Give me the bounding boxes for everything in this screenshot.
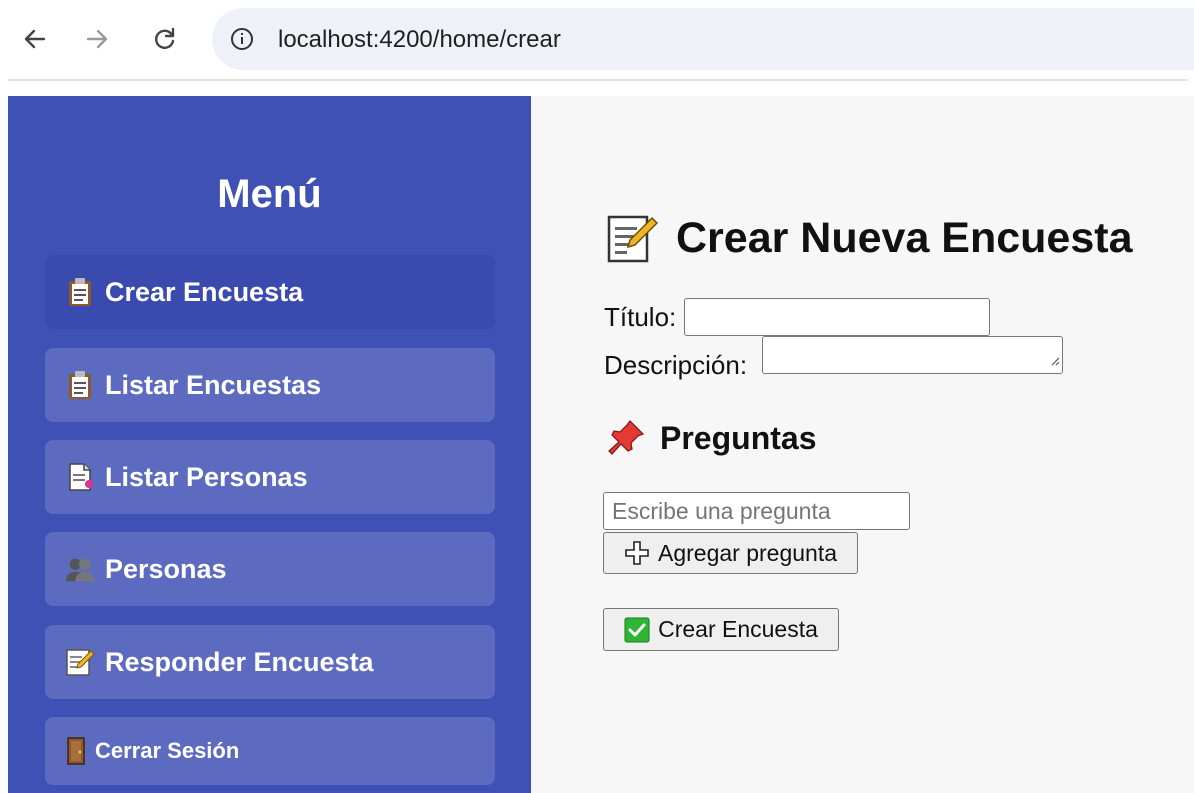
titulo-label: Título: [604, 302, 677, 332]
sidebar-item-label: Listar Personas [105, 461, 308, 492]
browser-toolbar: localhost:4200/home/crear [0, 0, 1194, 81]
page-title: Crear Nueva Encuesta [606, 212, 1133, 264]
descripcion-label: Descripción: [604, 350, 748, 380]
reload-icon[interactable] [150, 24, 180, 54]
back-arrow-icon[interactable] [20, 24, 50, 54]
sidebar-item-label: Crear Encuesta [105, 276, 304, 307]
menu-title: Menú [217, 172, 322, 216]
resize-grip-icon[interactable] [1050, 353, 1060, 371]
titulo-field[interactable] [684, 298, 990, 336]
crear-encuesta-button[interactable]: Crear Encuesta [603, 608, 839, 651]
sidebar-item-listar-personas[interactable]: Listar Personas [45, 440, 495, 514]
sidebar-item-label: Personas [105, 553, 227, 584]
page-title-text: Crear Nueva Encuesta [676, 213, 1133, 262]
memo-icon [606, 212, 659, 264]
site-info-icon[interactable] [230, 27, 254, 51]
pregunta-input[interactable] [603, 492, 910, 530]
sidebar-item-label: Cerrar Sesión [95, 738, 240, 763]
descripcion-field[interactable] [762, 336, 1063, 374]
check-icon [624, 617, 650, 643]
clipboard-icon [65, 370, 95, 400]
preguntas-heading-text: Preguntas [660, 419, 817, 456]
preguntas-heading: Preguntas [606, 418, 816, 458]
toolbar-divider [8, 79, 1188, 81]
add-question-button[interactable]: Agregar pregunta [603, 532, 858, 574]
sidebar-item-personas[interactable]: Personas [45, 532, 495, 606]
sidebar-item-listar-encuestas[interactable]: Listar Encuestas [45, 348, 495, 422]
page-icon [65, 462, 95, 492]
people-icon [65, 554, 95, 584]
sidebar-item-label: Listar Encuestas [105, 369, 322, 400]
sidebar-item-label: Responder Encuesta [105, 646, 374, 677]
clipboard-icon [65, 277, 95, 307]
pushpin-icon [606, 418, 646, 458]
sidebar-item-cerrar-sesion[interactable]: Cerrar Sesión [45, 717, 495, 785]
door-icon [65, 736, 87, 766]
sidebar-item-crear-encuesta[interactable]: Crear Encuesta [45, 255, 495, 329]
forward-arrow-icon[interactable] [82, 24, 112, 54]
add-question-label: Agregar pregunta [657, 539, 837, 566]
url-text[interactable]: localhost:4200/home/crear [278, 26, 561, 54]
plus-icon [624, 540, 650, 566]
memo-icon [65, 647, 95, 677]
address-bar[interactable]: localhost:4200/home/crear [212, 8, 1194, 70]
sidebar-item-responder-encuesta[interactable]: Responder Encuesta [45, 625, 495, 699]
crear-encuesta-label: Crear Encuesta [658, 616, 818, 642]
